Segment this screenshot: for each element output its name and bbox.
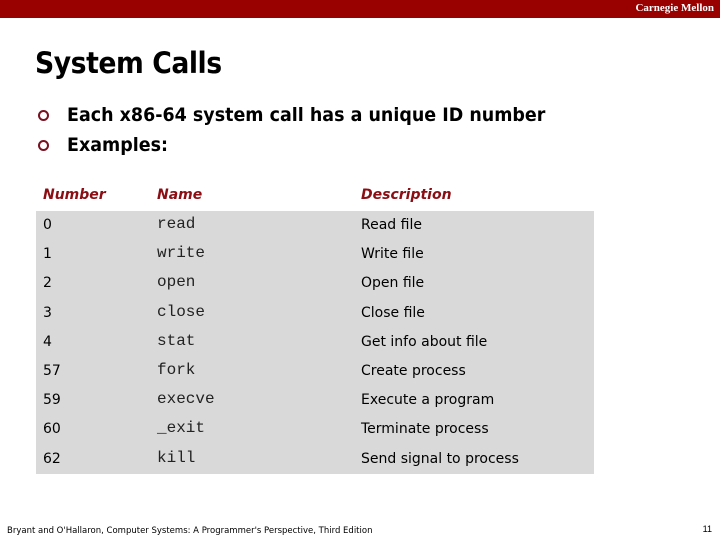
table-row: 2 open Open file <box>36 269 594 298</box>
table-row: 62 kill Send signal to process <box>36 445 594 474</box>
header-number: Number <box>43 187 106 203</box>
bullet-text: Each x86-64 system call has a unique ID … <box>67 104 546 126</box>
cell-description: Send signal to process <box>361 450 519 467</box>
cell-number: 2 <box>43 275 52 292</box>
cell-description: Close file <box>361 304 425 321</box>
cell-description: Terminate process <box>361 421 489 438</box>
cell-description: Get info about file <box>361 333 488 350</box>
table-row: 0 read Read file <box>36 211 594 240</box>
cell-description: Open file <box>361 275 425 292</box>
cell-number: 62 <box>43 450 61 467</box>
cell-name: execve <box>157 390 215 409</box>
cell-description: Write file <box>361 246 424 263</box>
cell-name: open <box>157 273 196 292</box>
table-row: 60 _exit Terminate process <box>36 415 594 444</box>
cell-name: kill <box>157 448 196 467</box>
table-row: 3 close Close file <box>36 299 594 328</box>
brand-label: Carnegie Mellon <box>635 2 714 14</box>
cell-name: read <box>157 215 196 233</box>
cell-name: fork <box>157 360 196 379</box>
bullet-item: Examples: <box>38 130 587 160</box>
cell-name: write <box>157 244 206 263</box>
bullet-circle-icon <box>38 109 49 121</box>
cell-name: stat <box>157 331 196 350</box>
bullet-item: Each x86-64 system call has a unique ID … <box>38 100 587 130</box>
header-description: Description <box>361 187 452 203</box>
cell-number: 57 <box>43 362 61 379</box>
table-row: 59 execve Execute a program <box>36 386 594 415</box>
cell-number: 59 <box>43 392 61 409</box>
cell-number: 4 <box>43 333 52 350</box>
header-name: Name <box>157 187 203 203</box>
cell-description: Create process <box>361 362 466 379</box>
table-body: 0 read Read file 1 write Write file 2 open Open … <box>36 211 594 474</box>
cell-number: 3 <box>43 304 52 321</box>
cell-number: 0 <box>43 217 52 233</box>
bullet-text: Examples: <box>67 134 168 156</box>
table-header: Number Name Description <box>36 182 594 211</box>
table-row: 57 fork Create process <box>36 357 594 386</box>
cell-description: Read file <box>361 217 422 233</box>
syscall-table: Number Name Description 0 read Read file 1 w… <box>36 182 594 474</box>
page-number: 11 <box>702 524 712 534</box>
slide-title: System Calls <box>35 46 222 80</box>
bullet-circle-icon <box>38 139 49 151</box>
bullet-list: Each x86-64 system call has a unique ID … <box>38 100 587 160</box>
table-row: 1 write Write file <box>36 240 594 269</box>
header-bar: Carnegie Mellon <box>0 0 720 18</box>
cell-number: 60 <box>43 421 61 438</box>
cell-description: Execute a program <box>361 392 495 409</box>
footer-citation: Bryant and O'Hallaron, Computer Systems:… <box>7 526 373 536</box>
cell-name: _exit <box>157 419 206 438</box>
cell-number: 1 <box>43 246 52 263</box>
table-row: 4 stat Get info about file <box>36 328 594 357</box>
cell-name: close <box>157 302 206 321</box>
